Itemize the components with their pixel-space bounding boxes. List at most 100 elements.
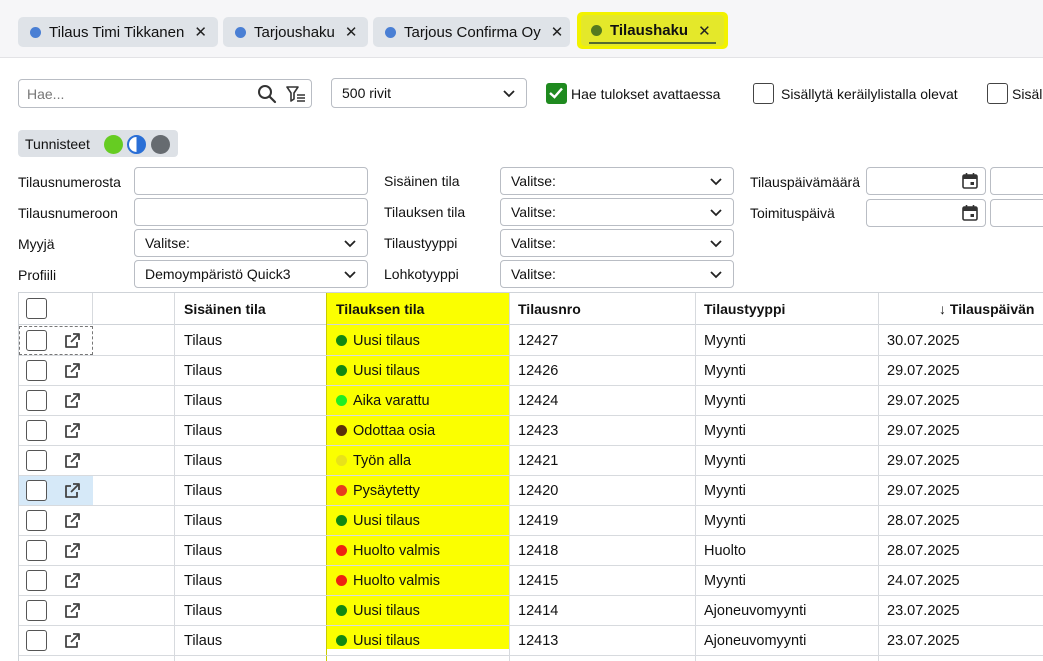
order-to-label: Tilausnumeroon: [18, 205, 118, 221]
table-row[interactable]: Tilaus Aika varattu 12424 Myynti 29.07.2025: [19, 386, 1043, 416]
order-to-input[interactable]: [134, 198, 368, 226]
open-external-icon[interactable]: [62, 601, 82, 624]
table-row[interactable]: Tilaus Uusi tilaus 12419 Myynti 28.07.2025: [19, 506, 1043, 536]
open-external-icon[interactable]: [62, 631, 82, 654]
search-input[interactable]: [19, 80, 249, 107]
rows-select-value: 500 rivit: [342, 85, 392, 101]
tab-tarjoushaku[interactable]: Tarjoushaku ✕: [223, 17, 368, 47]
header-internal-state[interactable]: Sisäinen tila: [175, 293, 266, 325]
row-checkbox[interactable]: [26, 420, 47, 441]
table-row[interactable]: Tilaus Odottaa osia 12423 Myynti 29.07.2025: [19, 416, 1043, 446]
cell-order-state: Uusi tilaus: [327, 356, 420, 385]
delivery-date-to-input[interactable]: [990, 199, 1043, 227]
row-checkbox[interactable]: [26, 450, 47, 471]
cell-order-state: Odottaa osia: [327, 416, 435, 445]
close-icon[interactable]: ✕: [551, 23, 564, 41]
open-external-icon[interactable]: [62, 421, 82, 444]
order-from-input[interactable]: [134, 167, 368, 195]
table-row[interactable]: Tilaus Uusi tilaus 12426 Myynti 29.07.2025: [19, 356, 1043, 386]
header-order-type[interactable]: Tilaustyyppi: [695, 293, 785, 325]
row-checkbox[interactable]: [26, 630, 47, 651]
tags-filter[interactable]: Tunnisteet: [18, 130, 178, 157]
order-date-from-input[interactable]: [866, 167, 986, 195]
open-external-icon[interactable]: [62, 571, 82, 594]
header-order-state[interactable]: Tilauksen tila: [327, 293, 424, 325]
table-row[interactable]: Tilaus Työn alla 12421 Myynti 29.07.2025: [19, 446, 1043, 476]
tag-gray-icon[interactable]: [151, 135, 170, 154]
cell-order-type: Ajoneuvomyynti: [704, 632, 807, 649]
table-row[interactable]: Tilaus Uusi tilaus 12414 Ajoneuvomyynti 23.0…: [19, 596, 1043, 626]
cell-order-number: 12413: [518, 632, 559, 649]
table-row[interactable]: Tilaus Pysäytetty 12420 Myynti 29.07.2025: [19, 476, 1043, 506]
cell-order-state: Pysäytetty: [327, 476, 420, 505]
table-row[interactable]: Tilaus Huolto valmis 12418 Huolto 28.07.2025: [19, 536, 1043, 566]
block-type-select[interactable]: Valitse:: [500, 260, 734, 288]
open-external-icon[interactable]: [62, 541, 82, 564]
rows-select[interactable]: 500 rivit: [331, 78, 527, 108]
tab-tilaus-timi-tikkanen[interactable]: Tilaus Timi Tikkanen ✕: [18, 17, 218, 47]
search-icon[interactable]: [253, 80, 281, 107]
status-dot: [336, 395, 347, 406]
status-label: Odottaa osia: [353, 422, 436, 439]
cell-order-date: 23.07.2025: [887, 602, 960, 619]
header-order-date[interactable]: ↓ Tilauspäivän: [929, 293, 1034, 325]
row-checkbox[interactable]: [26, 540, 47, 561]
chevron-down-icon: [710, 209, 722, 217]
row-checkbox[interactable]: [26, 510, 47, 531]
tab-dot: [235, 26, 246, 38]
calendar-icon[interactable]: [961, 172, 979, 190]
open-external-icon[interactable]: [62, 451, 82, 474]
chevron-down-icon: [710, 178, 722, 186]
delivery-date-from-input[interactable]: [866, 199, 986, 227]
table-row[interactable]: Tilaus Uusi tilaus 12427 Myynti 30.07.2025: [19, 326, 1043, 356]
cell-order-state: Työn alla: [327, 446, 411, 475]
tab-tarjous-confirma-oy[interactable]: Tarjous Confirma Oy ✕: [373, 17, 570, 47]
cell-order-number: 12415: [518, 572, 559, 589]
cell-order-state: Huolto valmis: [327, 536, 440, 565]
order-type-value: Valitse:: [511, 235, 556, 251]
include-picking-label: Sisällytä keräilylistalla olevat: [781, 86, 958, 102]
tab-tilaushaku[interactable]: Tilaushaku ✕: [577, 12, 728, 49]
row-checkbox[interactable]: [26, 390, 47, 411]
order-type-select[interactable]: Valitse:: [500, 229, 734, 257]
row-checkbox[interactable]: [26, 480, 47, 501]
row-checkbox[interactable]: [26, 330, 47, 351]
include-picking-checkbox[interactable]: [753, 83, 774, 104]
tag-green-icon[interactable]: [104, 135, 123, 154]
select-all-checkbox[interactable]: [26, 298, 47, 319]
open-external-icon[interactable]: [62, 361, 82, 384]
cell-internal-state: Tilaus: [184, 362, 223, 379]
row-checkbox[interactable]: [26, 360, 47, 381]
table-row[interactable]: Tilaus Uusi tilaus 12413 Ajoneuvomyynti 23.0…: [19, 626, 1043, 656]
open-external-icon[interactable]: [62, 481, 82, 504]
auto-search-checkbox[interactable]: [546, 83, 567, 104]
cell-order-type: Myynti: [704, 392, 746, 409]
filter-clear-icon[interactable]: [282, 80, 310, 107]
tag-half-icon[interactable]: [127, 135, 146, 154]
close-icon[interactable]: ✕: [345, 23, 358, 41]
cell-order-state: Uusi tilaus: [327, 326, 420, 355]
internal-state-select[interactable]: Valitse:: [500, 167, 734, 195]
close-icon[interactable]: ✕: [194, 23, 207, 41]
block-type-label: Lohkotyyppi: [384, 266, 459, 282]
include-other-checkbox[interactable]: [987, 83, 1008, 104]
chevron-down-icon: [503, 90, 515, 98]
cell-internal-state: Tilaus: [184, 392, 223, 409]
profile-select[interactable]: Demoympäristö Quick3: [134, 260, 368, 288]
cell-order-date: 29.07.2025: [887, 452, 960, 469]
calendar-icon[interactable]: [961, 204, 979, 222]
order-date-to-input[interactable]: [990, 167, 1043, 195]
open-external-icon[interactable]: [62, 331, 82, 354]
table-row[interactable]: Tilaus Huolto valmis 12415 Myynti 24.07.2025: [19, 566, 1043, 596]
close-icon[interactable]: ✕: [698, 22, 711, 40]
open-external-icon[interactable]: [62, 511, 82, 534]
order-state-select[interactable]: Valitse:: [500, 198, 734, 226]
status-dot: [336, 545, 347, 556]
row-checkbox[interactable]: [26, 600, 47, 621]
cell-internal-state: Tilaus: [184, 482, 223, 499]
row-checkbox[interactable]: [26, 570, 47, 591]
seller-select[interactable]: Valitse:: [134, 229, 368, 257]
open-external-icon[interactable]: [62, 391, 82, 414]
header-order-number[interactable]: Tilausnro: [509, 293, 581, 325]
status-label: Uusi tilaus: [353, 632, 420, 649]
